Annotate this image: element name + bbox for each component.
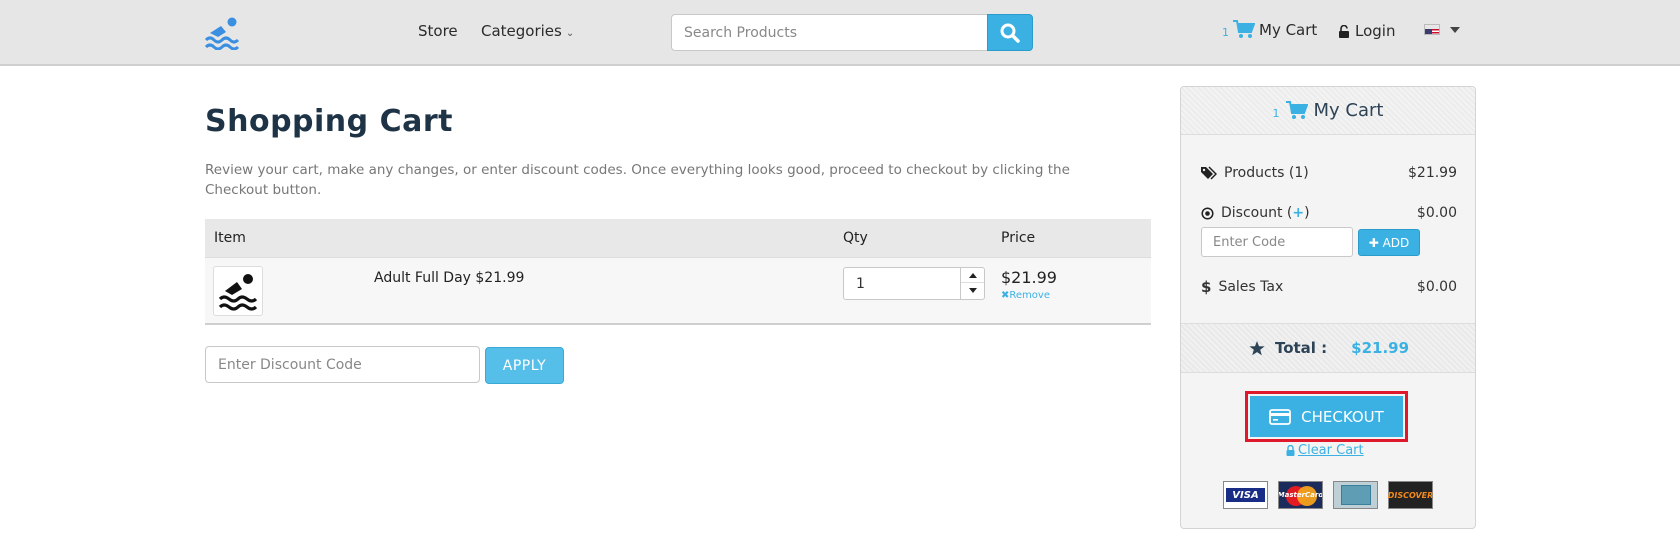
- add-discount-plus-icon[interactable]: +: [1292, 205, 1304, 221]
- clear-cart-link[interactable]: Clear Cart: [1286, 443, 1364, 458]
- checkout-button[interactable]: CHECKOUT: [1250, 396, 1403, 437]
- table-header: Item Qty Price: [205, 219, 1151, 257]
- table-row: Adult Full Day $21.99 $21.99 ✖Remove: [205, 257, 1151, 325]
- visa-card-icon: VISA: [1223, 481, 1268, 509]
- cart-summary-panel: 1 My Cart Products (1) $21.99 Discount (: [1180, 86, 1476, 529]
- discover-card-icon: DISCOVER: [1388, 481, 1433, 509]
- clear-cart-label: Clear Cart: [1298, 443, 1364, 458]
- dollar-icon: $: [1201, 278, 1212, 296]
- page-title: Shopping Cart: [205, 104, 453, 139]
- search-input[interactable]: [671, 14, 988, 51]
- header-cart-label: My Cart: [1259, 21, 1318, 39]
- header-qty: Qty: [843, 230, 868, 246]
- checkout-label: CHECKOUT: [1301, 407, 1384, 426]
- add-label: ADD: [1382, 235, 1410, 250]
- item-price: $21.99: [1001, 268, 1057, 287]
- mastercard-card-icon: MasterCard: [1278, 481, 1323, 509]
- cart-table: Item Qty Price Adult Full Day $21.99 $21…: [205, 219, 1151, 325]
- remove-link[interactable]: ✖Remove: [1001, 290, 1050, 301]
- plus-icon: ✚: [1368, 235, 1379, 250]
- header-item: Item: [214, 230, 246, 246]
- cart-icon: [1233, 20, 1255, 38]
- nav-categories-dropdown[interactable]: Categories ⌄: [481, 22, 574, 40]
- products-label: Products (1): [1224, 165, 1309, 181]
- login-label: Login: [1355, 22, 1396, 40]
- tags-icon: [1201, 166, 1217, 180]
- total-row: Total : $21.99: [1181, 323, 1475, 373]
- total-value: $21.99: [1351, 339, 1410, 357]
- cart-count-badge: 1: [1222, 26, 1229, 39]
- sidebar-code-input[interactable]: [1201, 227, 1353, 257]
- triangle-down-icon: [968, 288, 977, 293]
- payment-cards: VISA MasterCard DISCOVER: [1223, 481, 1433, 509]
- cart-icon: [1285, 101, 1308, 119]
- remove-label: Remove: [1009, 290, 1050, 301]
- apply-button[interactable]: APPLY: [485, 347, 564, 384]
- products-value: $21.99: [1408, 165, 1457, 181]
- quantity-stepper: [843, 267, 985, 300]
- sales-tax-row: $ Sales Tax $0.00: [1201, 278, 1457, 296]
- star-icon: [1249, 340, 1265, 355]
- summary-cart-count: 1: [1272, 107, 1280, 120]
- discount-label: Discount (: [1221, 205, 1293, 221]
- us-flag-icon: [1424, 24, 1440, 35]
- dot-circle-icon: [1201, 206, 1214, 220]
- chevron-down-icon: ⌄: [565, 28, 575, 39]
- quantity-input[interactable]: [844, 268, 962, 299]
- search-icon: [1000, 23, 1020, 43]
- unlock-icon: [1339, 24, 1349, 38]
- amex-card-icon: [1333, 481, 1378, 509]
- swimmer-logo-icon[interactable]: [204, 16, 242, 51]
- add-code-button[interactable]: ✚ ADD: [1358, 229, 1420, 256]
- spinner: [960, 268, 984, 299]
- decrement-button[interactable]: [961, 283, 984, 298]
- intro-text: Review your cart, make any changes, or e…: [205, 162, 1070, 198]
- increment-button[interactable]: [961, 268, 984, 283]
- header-price: Price: [1001, 230, 1036, 246]
- triangle-up-icon: [968, 272, 977, 278]
- products-row: Products (1) $21.99: [1201, 165, 1457, 181]
- caret-down-icon: [1450, 26, 1460, 33]
- product-thumbnail: [213, 266, 263, 316]
- summary-header: 1 My Cart: [1181, 87, 1475, 135]
- login-link[interactable]: Login: [1339, 22, 1395, 40]
- header-cart-link[interactable]: 1 My Cart: [1222, 20, 1317, 39]
- swimmer-icon: [218, 274, 258, 311]
- summary-title: My Cart: [1313, 100, 1384, 121]
- sales-tax-value: $0.00: [1416, 279, 1457, 295]
- discount-row: Discount (+) $0.00: [1201, 205, 1457, 221]
- credit-card-icon: [1269, 408, 1292, 425]
- nav-store-link[interactable]: Store: [418, 22, 458, 40]
- lock-icon: [1286, 445, 1295, 456]
- sales-tax-label: Sales Tax: [1218, 279, 1284, 295]
- item-name[interactable]: Adult Full Day $21.99: [374, 270, 524, 286]
- discount-value: $0.00: [1416, 205, 1457, 221]
- search-button[interactable]: [987, 14, 1033, 51]
- top-navbar: Store Categories⌄ 1 My Cart Login: [0, 0, 1680, 66]
- language-dropdown[interactable]: [1424, 24, 1460, 35]
- total-label: Total :: [1274, 339, 1328, 357]
- nav-categories-label: Categories: [481, 22, 562, 40]
- discount-code-input[interactable]: [205, 346, 480, 383]
- checkout-highlight: CHECKOUT: [1245, 391, 1408, 442]
- discount-label-end: ): [1304, 205, 1310, 221]
